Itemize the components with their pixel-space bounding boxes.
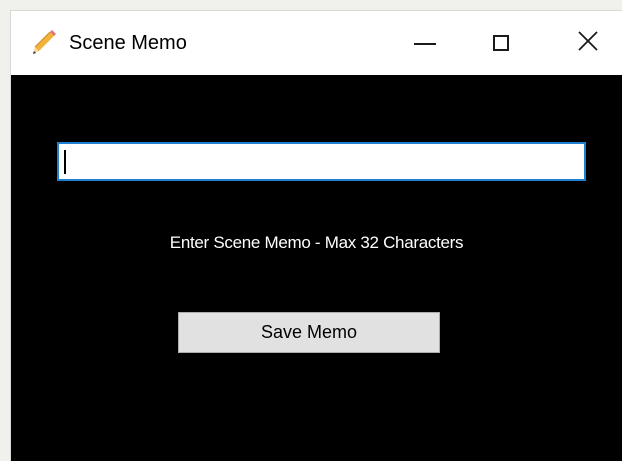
scene-memo-window: Scene Memo Enter Scene Memo - Max 32 Cha… [11,11,622,461]
maximize-button[interactable] [471,11,531,75]
text-caret [64,150,66,174]
title-bar[interactable]: Scene Memo [11,11,622,75]
close-button[interactable] [558,11,618,75]
minimize-icon [414,43,436,45]
pencil-icon [29,27,59,57]
minimize-button[interactable] [395,11,455,75]
instruction-label: Enter Scene Memo - Max 32 Characters [169,233,464,252]
save-memo-button[interactable]: Save Memo [178,312,440,353]
memo-input[interactable] [57,142,586,181]
maximize-icon [493,35,509,51]
window-title: Scene Memo [69,32,187,54]
close-icon [577,30,599,57]
